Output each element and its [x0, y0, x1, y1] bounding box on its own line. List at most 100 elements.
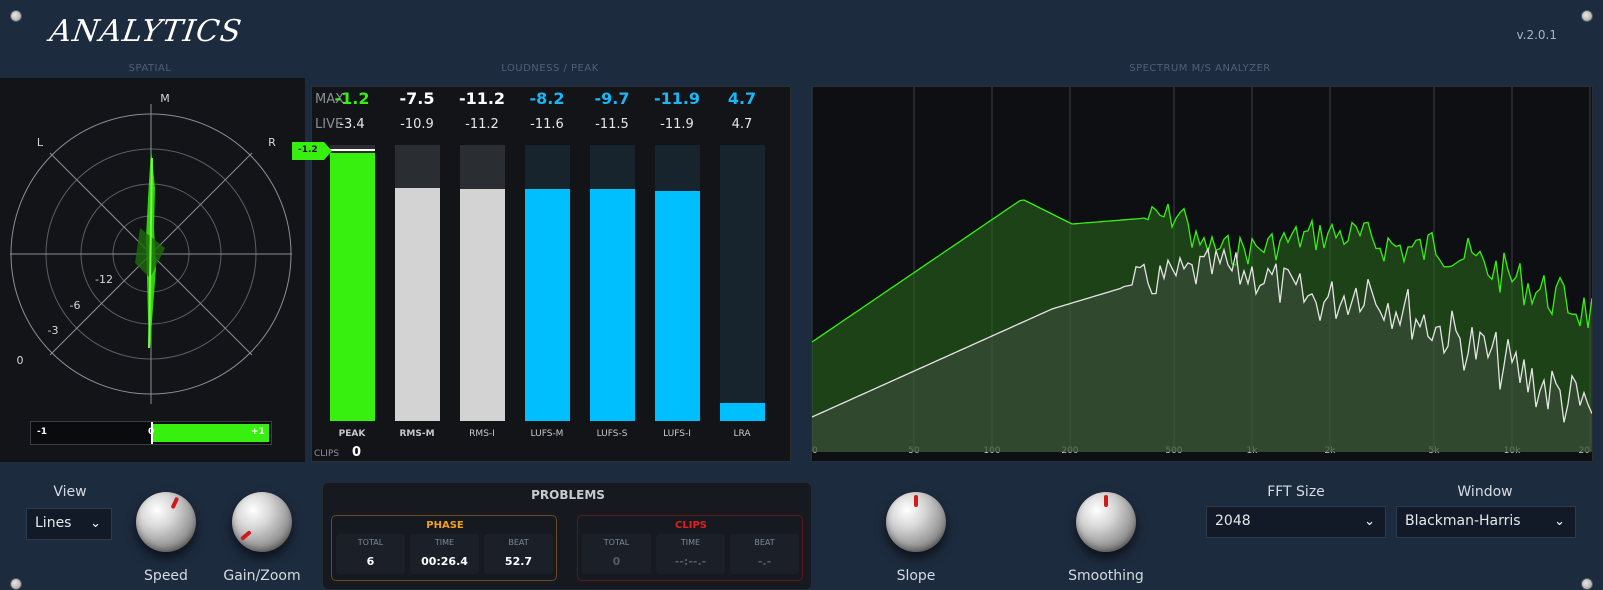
meter-bar	[460, 145, 505, 421]
meter-live-value: -3.4	[339, 117, 365, 132]
phase-beat-cell: BEAT 52.7	[484, 534, 553, 574]
fft-size-dropdown[interactable]: 2048 ⌄	[1206, 506, 1386, 538]
chevron-down-icon: ⌄	[90, 516, 101, 531]
ring-label: -12	[95, 273, 113, 286]
cell-header: BEAT	[754, 538, 775, 547]
correlation-meter: -1 0 +1	[30, 421, 272, 445]
meter-max-value: -11.2	[458, 89, 506, 108]
cell-header: TOTAL	[357, 538, 384, 547]
meter-max-value: 4.7	[727, 89, 757, 108]
clips-count: 0	[352, 445, 362, 460]
fft-size-value: 2048	[1215, 513, 1251, 529]
correlation-mid-label: 0	[148, 427, 155, 437]
problems-panel: PROBLEMS PHASE TOTAL 6 TIME 00:26.4 BEAT 52…	[322, 482, 812, 590]
meter-fill	[590, 189, 635, 421]
meter-bar	[720, 145, 765, 421]
axis-label-l: L	[37, 136, 44, 149]
spectrum-panel: 0501002005001k2k5k10k20	[811, 86, 1593, 462]
clips-title: CLIPS	[675, 520, 707, 531]
slope-label: Slope	[896, 568, 936, 584]
meter-live-value: -11.9	[660, 117, 694, 132]
cell-header: TIME	[434, 538, 455, 547]
meter-max-value: -8.2	[529, 89, 565, 108]
meter-label: LUFS-I	[663, 429, 691, 439]
meter-label: PEAK	[338, 429, 366, 439]
phase-total-cell: TOTAL 6	[336, 534, 405, 574]
stereo-scatter	[135, 148, 165, 349]
meter-live-value: -10.9	[400, 117, 434, 132]
speed-knob[interactable]	[136, 492, 196, 552]
meter-fill	[720, 403, 765, 421]
knob-indicator	[914, 495, 918, 507]
peak-hold-line	[330, 149, 375, 151]
clips-time-cell: TIME --:--.-	[656, 534, 725, 574]
meter-fill	[525, 189, 570, 421]
smoothing-label: Smoothing	[1068, 568, 1144, 584]
meter-bar	[330, 145, 375, 421]
meter-max-value: -9.7	[594, 89, 630, 108]
screw-icon	[1581, 10, 1593, 22]
axis-label-m: M	[160, 92, 170, 105]
ring-label: -3	[48, 324, 59, 337]
clips-beat-cell: BEAT -.-	[730, 534, 799, 574]
phase-time-cell: TIME 00:26.4	[410, 534, 479, 574]
meter-label: LRA	[733, 429, 751, 439]
meter-live-value: -11.6	[530, 117, 564, 132]
goniometer: M L R -12 -6 -3 0	[10, 92, 292, 404]
chevron-down-icon: ⌄	[1554, 514, 1565, 529]
view-label: View	[53, 484, 87, 500]
phase-total-value: 6	[366, 555, 375, 568]
gain-zoom-knob[interactable]	[232, 492, 292, 552]
meter-live-value: -11.5	[595, 117, 629, 132]
screw-icon	[10, 10, 22, 22]
meter-label: LUFS-S	[596, 429, 628, 439]
cell-header: BEAT	[508, 538, 529, 547]
gain-zoom-label: Gain/Zoom	[223, 568, 301, 584]
phase-title: PHASE	[426, 520, 464, 531]
clips-problems: CLIPS TOTAL 0 TIME --:--.- BEAT -.-	[577, 515, 803, 581]
knob-indicator	[1104, 495, 1108, 507]
section-title-spectrum: SPECTRUM M/S ANALYZER	[1129, 63, 1271, 74]
loudness-panel: MAX LIVE -1.2 -3.4 PEAK -7.5 -10.9 RMS-M -11.2…	[311, 86, 791, 462]
clips-label: CLIPS	[314, 449, 340, 459]
knob-indicator	[170, 496, 180, 510]
ring-label: 0	[17, 354, 24, 367]
knob-indicator	[240, 530, 252, 541]
window-dropdown[interactable]: Blackman-Harris ⌄	[1396, 506, 1576, 538]
phase-beat-value: 52.7	[504, 555, 533, 568]
peak-hold-marker: -1.2	[292, 142, 332, 160]
axis-label-r: R	[268, 136, 276, 149]
spatial-panel: M L R -12 -6 -3 0 -1 0 +1	[0, 78, 305, 462]
phase-problems: PHASE TOTAL 6 TIME 00:26.4 BEAT 52.7	[331, 515, 557, 581]
meter-label: RMS-M	[399, 429, 435, 439]
meter-label: LUFS-M	[530, 429, 564, 439]
smoothing-knob[interactable]	[1076, 492, 1136, 552]
meter-live-value: -11.2	[465, 117, 499, 132]
meter-bar	[395, 145, 440, 421]
slope-knob[interactable]	[886, 492, 946, 552]
meter-bar	[525, 145, 570, 421]
correlation-min-label: -1	[37, 427, 47, 437]
clips-time-value: --:--.-	[674, 555, 707, 568]
meter-fill	[330, 153, 375, 421]
meter-bar	[590, 145, 635, 421]
cell-header: TOTAL	[603, 538, 630, 547]
section-title-loudness: LOUDNESS / PEAK	[501, 63, 599, 74]
meter-bar	[655, 145, 700, 421]
window-value: Blackman-Harris	[1405, 513, 1521, 529]
view-dropdown[interactable]: Lines ⌄	[26, 508, 112, 540]
screw-icon	[1581, 578, 1593, 590]
app-logo: ANALYTICS	[47, 14, 245, 49]
meter-label: RMS-I	[469, 429, 495, 439]
spectrum-graph: 0501002005001k2k5k10k20	[811, 87, 1593, 456]
chevron-down-icon: ⌄	[1364, 514, 1375, 529]
window-label: Window	[1457, 484, 1513, 500]
clips-total-value: 0	[612, 555, 621, 568]
meter-max-value: -7.5	[399, 89, 435, 108]
clips-beat-value: -.-	[757, 555, 772, 568]
meter-fill	[460, 189, 505, 421]
meter-live-value: 4.7	[731, 117, 753, 132]
version-label: v.2.0.1	[1516, 28, 1557, 42]
speed-label: Speed	[144, 568, 188, 584]
clips-total-cell: TOTAL 0	[582, 534, 651, 574]
